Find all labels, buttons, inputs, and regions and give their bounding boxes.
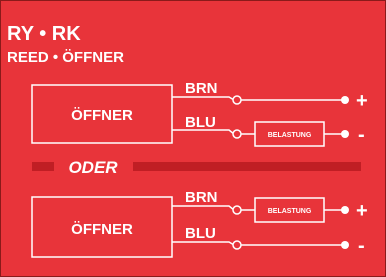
top-brn-lead xyxy=(172,96,235,101)
bottom-plus-terminal: + xyxy=(356,200,368,222)
top-minus-terminal-dot xyxy=(341,130,349,138)
top-switch-label: ÖFFNER xyxy=(71,107,133,124)
top-blu-contact xyxy=(232,129,242,139)
bottom-blu-label: BLU xyxy=(185,225,216,242)
divider-bar-left xyxy=(32,162,54,171)
bottom-brn-label: BRN xyxy=(185,189,218,206)
bottom-minus-terminal-dot xyxy=(341,241,349,249)
wiring-diagram: RY • RK REED • ÖFFNER ÖFFNER BRN + BLU B… xyxy=(7,23,368,258)
bottom-load-label: BELASTUNG xyxy=(268,208,312,215)
model-codes: RY • RK xyxy=(7,23,81,45)
wiring-diagram-card: RY • RK REED • ÖFFNER ÖFFNER BRN + BLU B… xyxy=(0,0,386,277)
top-load-label: BELASTUNG xyxy=(268,132,312,139)
bottom-plus-terminal-dot xyxy=(341,206,349,214)
bottom-minus-terminal: - xyxy=(358,235,365,257)
top-minus-terminal: - xyxy=(358,124,365,146)
top-plus-terminal: + xyxy=(356,90,368,112)
top-blu-label: BLU xyxy=(185,114,216,131)
divider-bar-right xyxy=(133,162,361,171)
top-plus-terminal-dot xyxy=(341,96,349,104)
divider-label: ODER xyxy=(68,158,118,177)
bottom-blu-contact xyxy=(232,240,242,250)
bottom-brn-lead xyxy=(172,205,235,211)
bottom-switch-label: ÖFFNER xyxy=(71,221,133,238)
top-brn-label: BRN xyxy=(185,80,218,97)
top-brn-contact xyxy=(232,95,242,105)
bottom-blu-lead xyxy=(172,241,235,246)
subtitle: REED • ÖFFNER xyxy=(7,49,124,66)
bottom-brn-contact xyxy=(232,205,242,215)
